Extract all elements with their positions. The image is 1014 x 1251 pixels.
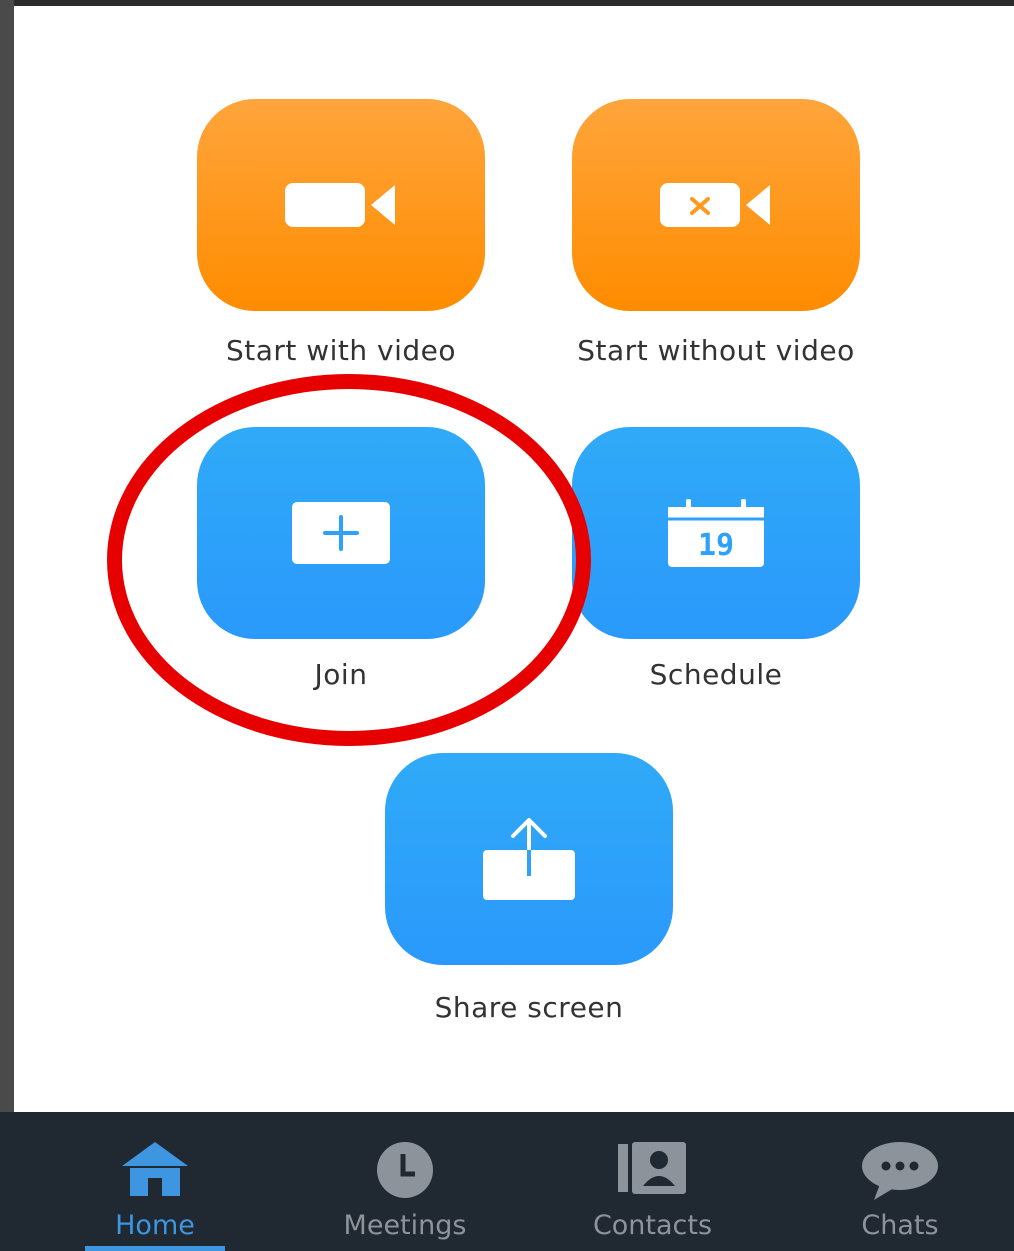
share-screen-label: Share screen <box>434 991 624 1024</box>
nav-home[interactable]: Home <box>85 1112 225 1251</box>
video-camera-icon <box>285 183 395 227</box>
nav-chats[interactable]: Chats <box>830 1112 970 1251</box>
schedule-button[interactable]: 19 <box>572 427 860 639</box>
contact-card-icon <box>617 1142 686 1194</box>
calendar-icon: 19 <box>668 499 764 567</box>
start-without-video-label: Start without video <box>577 334 855 367</box>
bottom-navigation: Home Meetings Contacts Chats <box>0 1112 1014 1251</box>
active-tab-indicator <box>85 1246 225 1251</box>
nav-contacts[interactable]: Contacts <box>575 1112 730 1251</box>
clock-icon <box>377 1142 433 1198</box>
share-screen-button[interactable] <box>385 753 673 965</box>
start-without-video-button[interactable] <box>572 99 860 311</box>
home-icon <box>122 1142 188 1196</box>
nav-contacts-label: Contacts <box>592 1210 713 1241</box>
nav-chats-label: Chats <box>861 1210 939 1241</box>
start-with-video-label: Start with video <box>225 334 457 367</box>
nav-home-label: Home <box>115 1210 195 1241</box>
highlight-circle <box>107 374 591 746</box>
share-upload-icon <box>483 818 575 900</box>
nav-meetings[interactable]: Meetings <box>330 1112 480 1251</box>
video-off-icon <box>660 183 770 227</box>
calendar-day-text: 19 <box>698 528 734 563</box>
schedule-label: Schedule <box>649 658 783 691</box>
chat-bubble-icon <box>862 1142 938 1200</box>
start-with-video-button[interactable] <box>197 99 485 311</box>
nav-meetings-label: Meetings <box>343 1210 467 1241</box>
background-window-edge <box>0 0 14 1251</box>
